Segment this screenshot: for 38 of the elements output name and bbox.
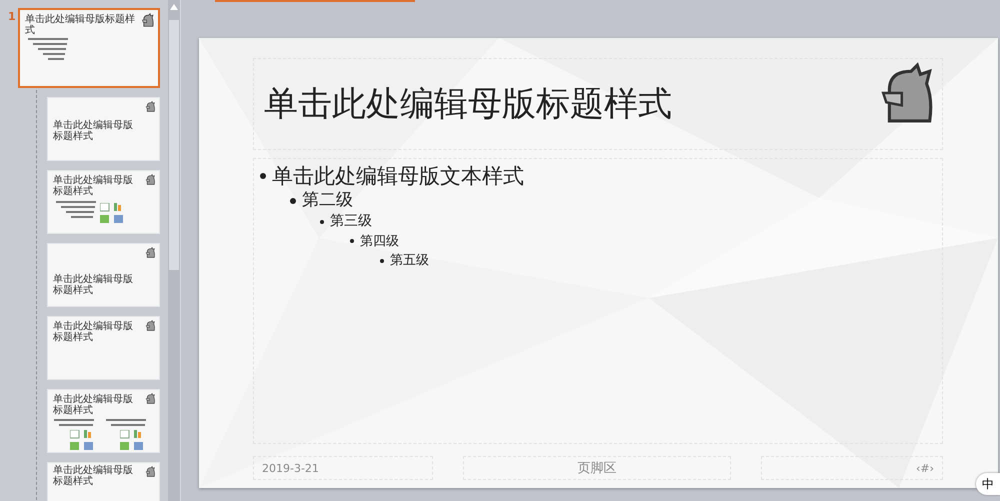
dinosaur-icon [145, 320, 156, 331]
slide-thumbnail[interactable]: 单击此处编辑母版标题样式 [47, 462, 160, 501]
placeholder-icons-drawing [100, 203, 126, 225]
slide-thumbnail[interactable]: 单击此处编辑母版标题样式 [18, 8, 160, 88]
bullet-icon [260, 172, 266, 179]
bullet-text[interactable]: 第三级 [330, 212, 372, 232]
thumbnail-title: 单击此处编辑母版标题样式 [53, 274, 134, 296]
slide-number: 1 [8, 10, 16, 23]
bullet-icon [290, 198, 296, 204]
bullet-text[interactable]: 第五级 [390, 251, 429, 271]
slide-thumbnail[interactable]: 单击此处编辑母版标题样式 [47, 170, 160, 234]
dinosaur-icon [145, 466, 156, 477]
scrollbar[interactable] [168, 0, 180, 501]
placeholder-icons-drawing [70, 430, 96, 452]
input-method-indicator[interactable]: 中 [976, 473, 1000, 495]
bullet-text[interactable]: 第二级 [302, 189, 353, 212]
slide-thumbnail[interactable]: 单击此处编辑母版标题样式 [47, 389, 160, 453]
thumbnail-title: 单击此处编辑母版标题样式 [53, 465, 134, 487]
bullet-icon [380, 258, 384, 263]
dinosaur-icon [145, 247, 156, 258]
bullet-icon [320, 220, 324, 224]
scroll-up-icon[interactable] [170, 4, 178, 10]
slide-thumbnail[interactable]: 单击此处编辑母版标题样式 [47, 243, 160, 307]
thumbnail-title: 单击此处编辑母版标题样式 [53, 394, 134, 416]
dinosaur-icon [141, 13, 155, 27]
bullet-icon [350, 239, 354, 244]
bullet-text[interactable]: 单击此处编辑母版文本样式 [272, 162, 524, 190]
bullet-text[interactable]: 第四级 [360, 232, 399, 252]
dinosaur-icon [145, 101, 156, 112]
thumbnail-title: 单击此处编辑母版标题样式 [25, 14, 136, 36]
thumbnail-title: 单击此处编辑母版标题样式 [53, 321, 134, 343]
dinosaur-icon [145, 393, 156, 404]
dinosaur-icon [145, 174, 156, 185]
placeholder-icons-drawing [120, 430, 146, 452]
thumbnail-title: 单击此处编辑母版标题样式 [53, 175, 134, 197]
thumbnail-title: 单击此处编辑母版标题样式 [53, 120, 134, 142]
slide-thumbnail[interactable]: 单击此处编辑母版标题样式 [47, 97, 160, 161]
slide-thumbnail[interactable]: 单击此处编辑母版标题样式 [47, 316, 160, 380]
